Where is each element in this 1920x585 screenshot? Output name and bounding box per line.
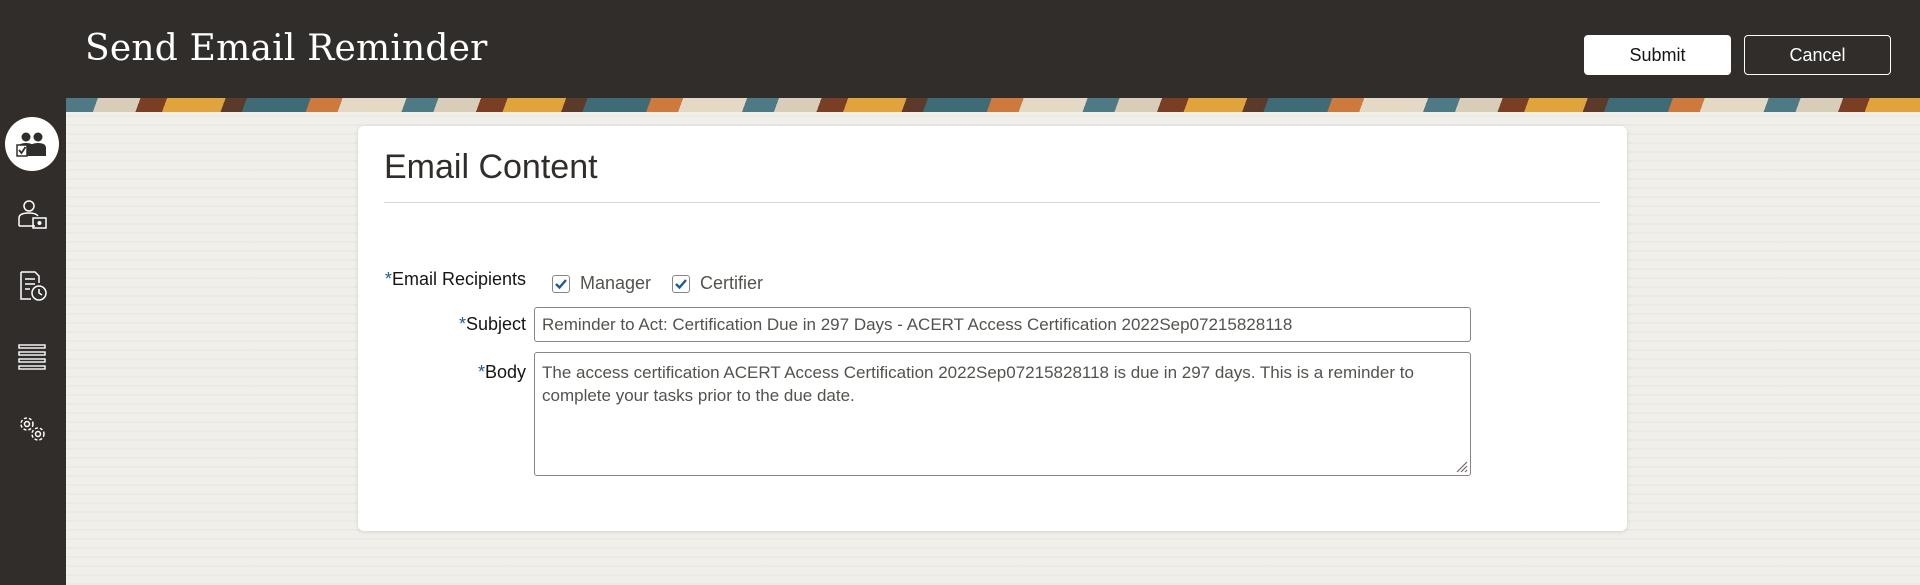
body-text: The access certification ACERT Access Ce… [542, 363, 1414, 405]
sidebar-item-certifications[interactable] [4, 187, 60, 243]
sidebar-item-history[interactable] [4, 258, 60, 314]
sidebar-item-list[interactable] [4, 329, 60, 385]
section-title: Email Content [384, 148, 598, 186]
sidebar-item-settings[interactable] [4, 400, 60, 456]
section-divider [384, 202, 1600, 203]
certifier-checkbox-row[interactable]: Certifier [672, 273, 763, 294]
page-header: Send Email Reminder Submit Cancel [0, 0, 1920, 98]
certifier-checkbox-label: Certifier [700, 273, 764, 293]
body-textarea[interactable]: The access certification ACERT Access Ce… [534, 352, 1471, 476]
manager-checkbox-row[interactable]: Manager [552, 273, 651, 294]
cancel-button[interactable]: Cancel [1744, 35, 1891, 75]
document-clock-icon [20, 271, 47, 301]
sidebar-item-users[interactable] [4, 116, 60, 172]
resize-handle-icon[interactable] [1454, 459, 1468, 473]
sidebar [0, 98, 66, 585]
subject-label: *Subject [458, 314, 526, 334]
user-certificate-icon [18, 200, 47, 229]
decorative-banner [66, 98, 1920, 112]
email-content-card: Email Content *Email Recipients Manager … [358, 126, 1627, 531]
manager-checkbox[interactable] [552, 274, 570, 293]
submit-button[interactable]: Submit [1584, 35, 1731, 75]
users-check-icon [16, 132, 46, 157]
page-title: Send Email Reminder [85, 28, 488, 69]
required-marker: * [458, 314, 466, 334]
subject-input[interactable]: Reminder to Act: Certification Due in 29… [534, 307, 1471, 342]
body-label: *Body [477, 362, 526, 382]
required-marker: * [477, 362, 485, 382]
manager-checkbox-label: Manager [580, 273, 652, 293]
list-icon [18, 344, 46, 370]
gears-icon [20, 417, 45, 441]
email-recipients-label: *Email Recipients [384, 269, 526, 289]
checkmark-icon [675, 278, 687, 289]
required-marker: * [384, 269, 392, 289]
checkmark-icon [555, 278, 567, 289]
certifier-checkbox[interactable] [672, 274, 690, 293]
